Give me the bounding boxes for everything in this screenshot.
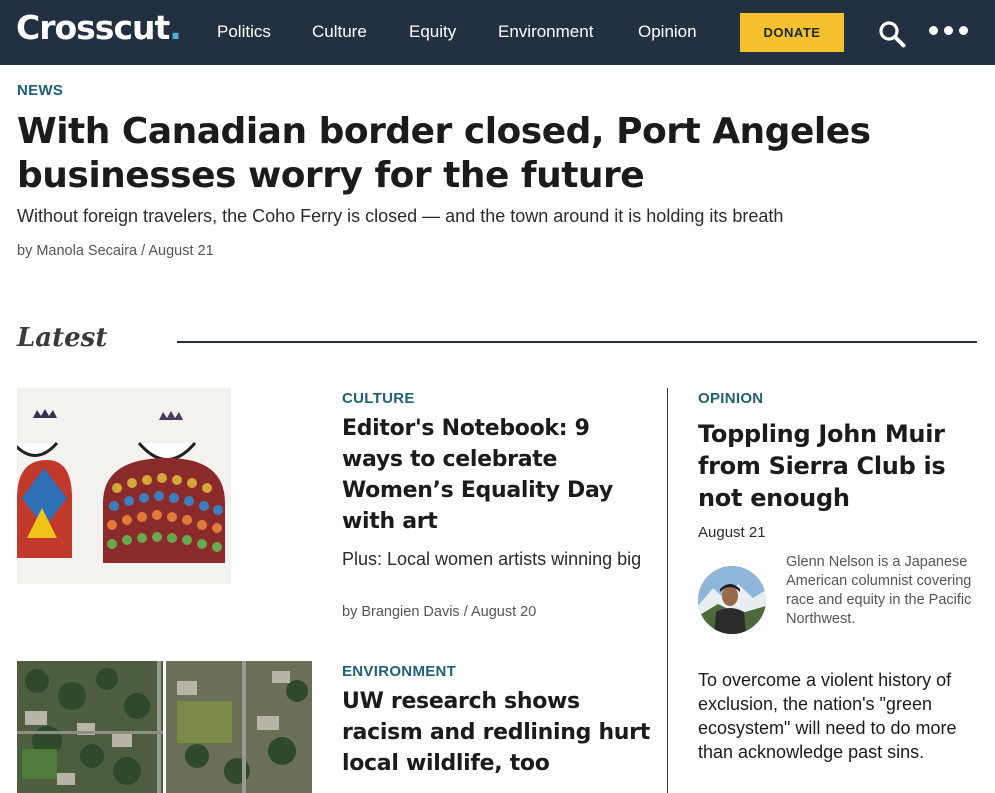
nav-link-environment[interactable]: Environment: [498, 22, 593, 42]
site-logo[interactable]: Crosscut.: [16, 8, 182, 47]
site-header: Crosscut. Politics Culture Equity Enviro…: [0, 0, 995, 65]
story-byline: by Brangien Davis / August 20: [342, 604, 537, 620]
opinion-date: August 21: [698, 524, 766, 541]
nav-link-equity[interactable]: Equity: [409, 22, 456, 42]
story-section-label[interactable]: CULTURE: [342, 390, 415, 407]
story-section-label[interactable]: ENVIRONMENT: [342, 663, 456, 680]
opinion-section-label[interactable]: OPINION: [698, 390, 763, 407]
story-dek: Plus: Local women artists winning big: [342, 549, 642, 569]
column-divider: [667, 388, 668, 793]
more-menu-icon[interactable]: [929, 26, 968, 36]
hero-byline: by Manola Secaira / August 21: [17, 243, 214, 259]
search-icon[interactable]: [878, 20, 906, 48]
logo-text: Crosscut: [16, 8, 170, 47]
story-headline[interactable]: Editor's Notebook: 9 ways to celebrate W…: [342, 413, 647, 537]
logo-dot: .: [169, 8, 182, 47]
hero-headline[interactable]: With Canadian border closed, Port Angele…: [17, 110, 917, 198]
opinion-dek: To overcome a violent history of exclusi…: [698, 670, 957, 762]
latest-heading: Latest: [17, 323, 108, 353]
nav-link-culture[interactable]: Culture: [312, 22, 367, 42]
nav-link-politics[interactable]: Politics: [217, 22, 271, 42]
hero-section-label[interactable]: NEWS: [17, 82, 63, 99]
story-thumbnail-aerial[interactable]: [17, 661, 312, 793]
author-bio: Glenn Nelson is a Japanese American colu…: [786, 554, 972, 627]
opinion-headline[interactable]: Toppling John Muir from Sierra Club is n…: [698, 418, 978, 514]
latest-divider: [177, 341, 977, 343]
story-headline[interactable]: UW research shows racism and redlining h…: [342, 686, 652, 779]
hero-dek: Without foreign travelers, the Coho Ferr…: [17, 206, 784, 226]
author-avatar: [698, 566, 766, 634]
donate-button[interactable]: DONATE: [740, 13, 844, 52]
story-thumbnail-art[interactable]: [17, 388, 231, 584]
nav-link-opinion[interactable]: Opinion: [638, 22, 697, 42]
